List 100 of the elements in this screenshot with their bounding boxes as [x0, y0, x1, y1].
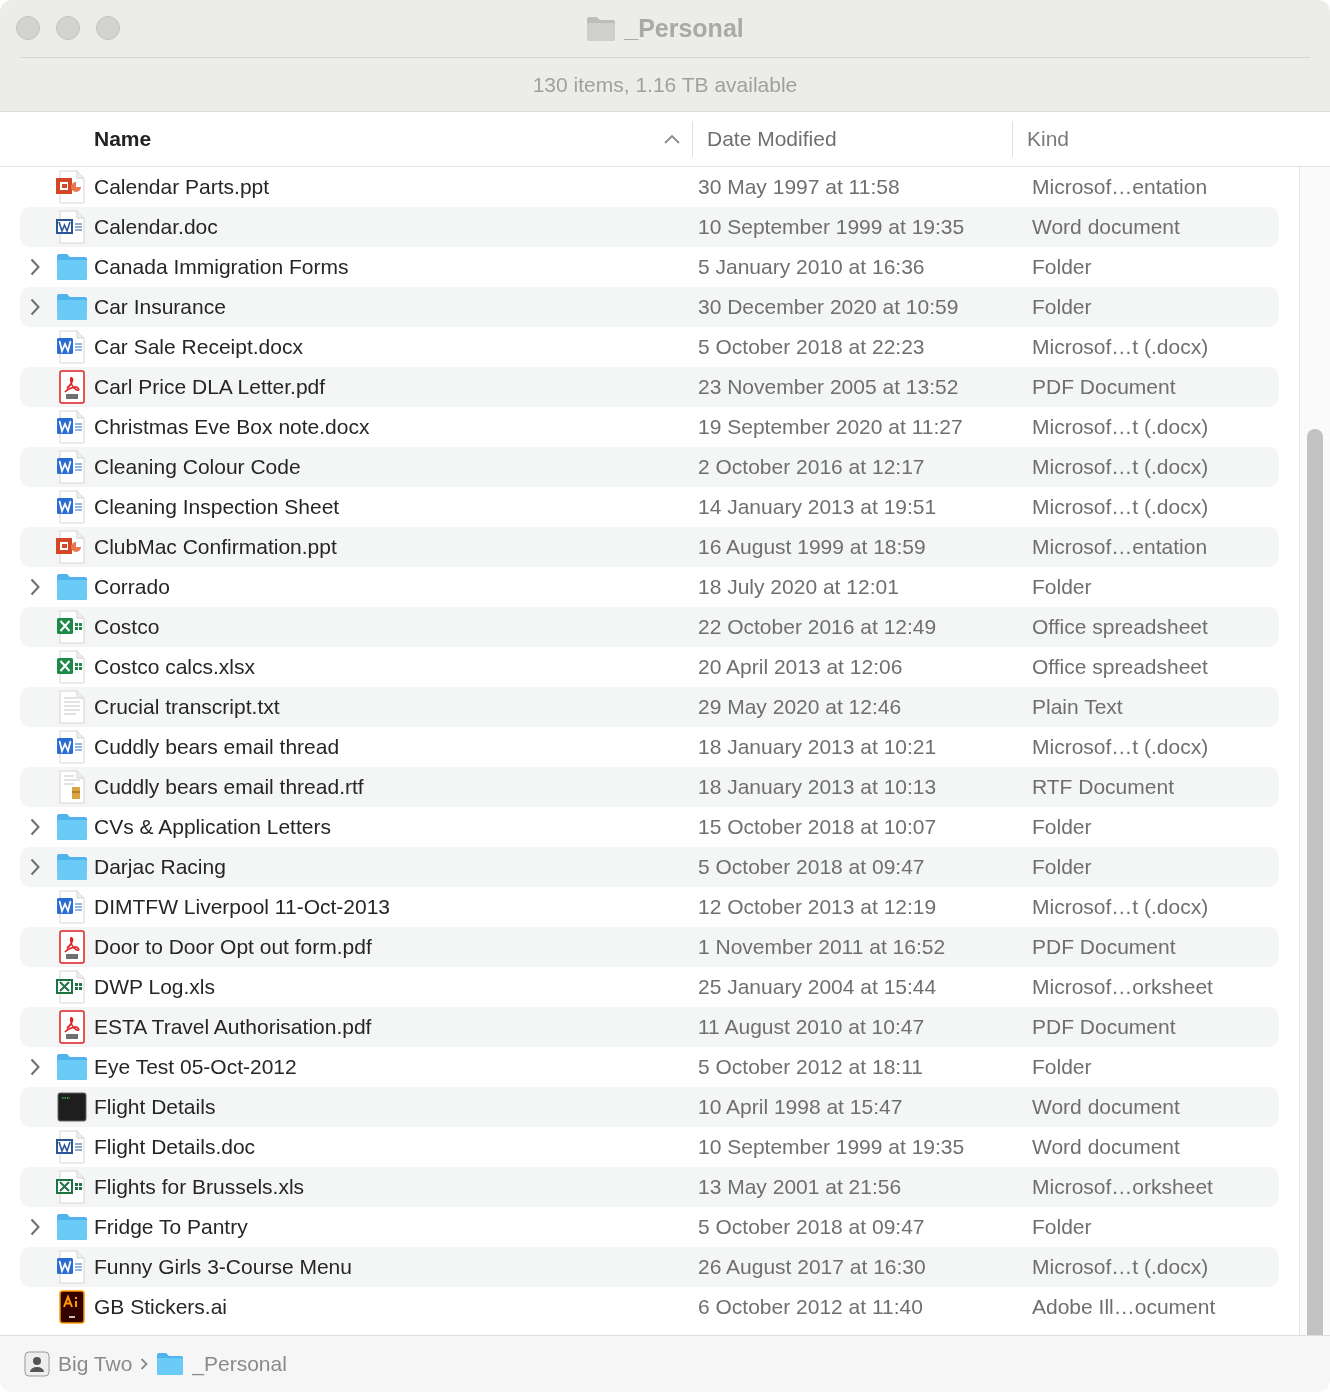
- file-row[interactable]: Darjac Racing 5 October 2018 at 09:47 Folder: [20, 847, 1279, 887]
- folder-icon: [56, 293, 88, 321]
- file-kind: Plain Text: [1032, 695, 1123, 719]
- disclosure-chevron-icon[interactable]: [30, 578, 40, 596]
- file-row[interactable]: Calendar.doc 10 September 1999 at 19:35 Word document: [20, 207, 1279, 247]
- file-kind: Adobe Ill…ocument: [1032, 1295, 1216, 1319]
- file-kind: Microsof…t (.docx): [1032, 335, 1209, 359]
- file-name: Flight Details: [94, 1095, 217, 1119]
- file-row[interactable]: Calendar Parts.ppt 30 May 1997 at 11:58 Microsof…entation: [20, 167, 1279, 207]
- window-title: _Personal: [624, 14, 744, 43]
- file-kind: Word document: [1032, 1095, 1180, 1119]
- file-row[interactable]: Cleaning Colour Code 2 October 2016 at 12:17 Microsof…t (.docx): [20, 447, 1279, 487]
- disclosure-chevron-icon[interactable]: [30, 1218, 40, 1236]
- column-header[interactable]: Date Modified: [693, 123, 1012, 155]
- date-modified: 22 October 2016 at 12:49: [698, 615, 938, 639]
- file-row[interactable]: Fridge To Pantry 5 October 2018 at 09:47 Folder: [20, 1207, 1279, 1247]
- date-modified: 2 October 2016 at 12:17: [698, 455, 926, 479]
- sort-ascending-icon: [664, 134, 680, 144]
- xlsx-file-icon: [56, 650, 88, 684]
- file-row[interactable]: GB Stickers.ai 6 October 2012 at 11:40 Adobe Ill…ocument: [20, 1287, 1279, 1327]
- date-modified: 19 September 2020 at 11:27: [698, 415, 964, 439]
- txt-file-icon: [56, 690, 88, 724]
- file-kind: Office spreadsheet: [1032, 615, 1208, 639]
- file-kind: Folder: [1032, 295, 1092, 319]
- file-row[interactable]: Eye Test 05-Oct-2012 5 October 2012 at 18:11 Folder: [20, 1047, 1279, 1087]
- file-name: Calendar Parts.ppt: [94, 175, 271, 199]
- file-row[interactable]: Corrado 18 July 2020 at 12:01 Folder: [20, 567, 1279, 607]
- file-row[interactable]: Costco calcs.xlsx 20 April 2013 at 12:06 Office spreadsheet: [20, 647, 1279, 687]
- disclosure-chevron-icon[interactable]: [30, 298, 40, 316]
- ai-file-icon: [56, 1290, 88, 1324]
- file-row[interactable]: Christmas Eve Box note.docx 19 September 2020 at 11:27 Microsof…t (.docx): [20, 407, 1279, 447]
- status-text: 130 items, 1.16 TB available: [532, 72, 798, 97]
- file-row[interactable]: Flights for Brussels.xls 13 May 2001 at 21:56 Microsof…orksheet: [20, 1167, 1279, 1207]
- file-name: ESTA Travel Authorisation.pdf: [94, 1015, 373, 1039]
- file-row[interactable]: Flight Details 10 April 1998 at 15:47 Word document: [20, 1087, 1279, 1127]
- disclosure-chevron-icon[interactable]: [30, 1058, 40, 1076]
- docx-file-icon: [56, 410, 88, 444]
- file-row[interactable]: Crucial transcript.txt 29 May 2020 at 12:46 Plain Text: [20, 687, 1279, 727]
- file-kind: Microsof…t (.docx): [1032, 455, 1209, 479]
- file-kind: PDF Document: [1032, 1015, 1176, 1039]
- date-modified: 15 October 2018 at 10:07: [698, 815, 938, 839]
- file-kind: Word document: [1032, 215, 1180, 239]
- file-kind: Microsof…orksheet: [1032, 975, 1213, 999]
- file-row[interactable]: Car Sale Receipt.docx 5 October 2018 at 22:23 Microsof…t (.docx): [20, 327, 1279, 367]
- docx-file-icon: [56, 450, 88, 484]
- file-name: DWP Log.xls: [94, 975, 216, 999]
- exec-file-icon: [56, 1090, 88, 1124]
- disclosure-chevron-icon[interactable]: [30, 858, 40, 876]
- date-modified: 11 August 2010 at 10:47: [698, 1015, 926, 1039]
- file-row[interactable]: CVs & Application Letters 15 October 2018 at 10:07 Folder: [20, 807, 1279, 847]
- file-name: Funny Girls 3-Course Menu: [94, 1255, 353, 1279]
- file-name: Cuddly bears email thread.rtf: [94, 775, 365, 799]
- file-row[interactable]: Cuddly bears email thread 18 January 2013 at 10:21 Microsof…t (.docx): [20, 727, 1279, 767]
- ppt-file-icon: [56, 530, 88, 564]
- file-row[interactable]: Flight Details.doc 10 September 1999 at 19:35 Word document: [20, 1127, 1279, 1167]
- file-row[interactable]: ESTA Travel Authorisation.pdf 11 August 2010 at 10:47 PDF Document: [20, 1007, 1279, 1047]
- file-name: Costco: [94, 615, 161, 639]
- disclosure-chevron-icon[interactable]: [30, 818, 40, 836]
- file-row[interactable]: Cleaning Inspection Sheet 14 January 2013 at 19:51 Microsof…t (.docx): [20, 487, 1279, 527]
- file-kind: Folder: [1032, 855, 1092, 879]
- file-row[interactable]: Costco 22 October 2016 at 12:49 Office spreadsheet: [20, 607, 1279, 647]
- docx-file-icon: [56, 490, 88, 524]
- date-modified: 26 August 2017 at 16:30: [698, 1255, 927, 1279]
- file-row[interactable]: Canada Immigration Forms 5 January 2010 at 16:36 Folder: [20, 247, 1279, 287]
- column-header[interactable]: Name: [94, 123, 692, 155]
- date-modified: 10 April 1998 at 15:47: [698, 1095, 904, 1119]
- file-name: Christmas Eve Box note.docx: [94, 415, 371, 439]
- file-kind: Folder: [1032, 575, 1092, 599]
- file-name: GB Stickers.ai: [94, 1295, 229, 1319]
- file-row[interactable]: Door to Door Opt out form.pdf 1 November 2011 at 16:52 PDF Document: [20, 927, 1279, 967]
- file-name: Cleaning Inspection Sheet: [94, 495, 341, 519]
- file-kind: Microsof…t (.docx): [1032, 1255, 1209, 1279]
- column-header[interactable]: Kind: [1013, 123, 1070, 155]
- file-row[interactable]: ClubMac Confirmation.ppt 16 August 1999 at 18:59 Microsof…entation: [20, 527, 1279, 567]
- file-row[interactable]: DIMTFW Liverpool 11-Oct-2013 12 October 2013 at 12:19 Microsof…t (.docx): [20, 887, 1279, 927]
- docx-file-icon: [56, 730, 88, 764]
- file-row[interactable]: Carl Price DLA Letter.pdf 23 November 2005 at 13:52 PDF Document: [20, 367, 1279, 407]
- file-row[interactable]: Funny Girls 3-Course Menu 26 August 2017 at 16:30 Microsof…t (.docx): [20, 1247, 1279, 1287]
- file-name: Crucial transcript.txt: [94, 695, 281, 719]
- file-name: Carl Price DLA Letter.pdf: [94, 375, 327, 399]
- file-name: Corrado: [94, 575, 171, 599]
- file-row[interactable]: Car Insurance 30 December 2020 at 10:59 Folder: [20, 287, 1279, 327]
- file-kind: PDF Document: [1032, 935, 1176, 959]
- folder-icon: [56, 1053, 88, 1081]
- scrollbar-thumb[interactable]: [1307, 429, 1323, 1335]
- pdf-file-icon: [56, 930, 88, 964]
- date-modified: 10 September 1999 at 19:35: [698, 215, 966, 239]
- folder-icon: [56, 853, 88, 881]
- date-modified: 5 October 2018 at 09:47: [698, 855, 926, 879]
- date-modified: 18 July 2020 at 12:01: [698, 575, 900, 599]
- file-kind: Word document: [1032, 1135, 1180, 1159]
- date-modified: 29 May 2020 at 12:46: [698, 695, 903, 719]
- disclosure-chevron-icon[interactable]: [30, 258, 40, 276]
- file-kind: Folder: [1032, 815, 1092, 839]
- file-name: Flight Details.doc: [94, 1135, 257, 1159]
- file-row[interactable]: DWP Log.xls 25 January 2004 at 15:44 Microsof…orksheet: [20, 967, 1279, 1007]
- file-row[interactable]: Cuddly bears email thread.rtf 18 January 2013 at 10:13 RTF Document: [20, 767, 1279, 807]
- date-modified: 5 October 2018 at 09:47: [698, 1215, 926, 1239]
- folder-icon: [56, 813, 88, 841]
- docx-file-icon: [56, 1250, 88, 1284]
